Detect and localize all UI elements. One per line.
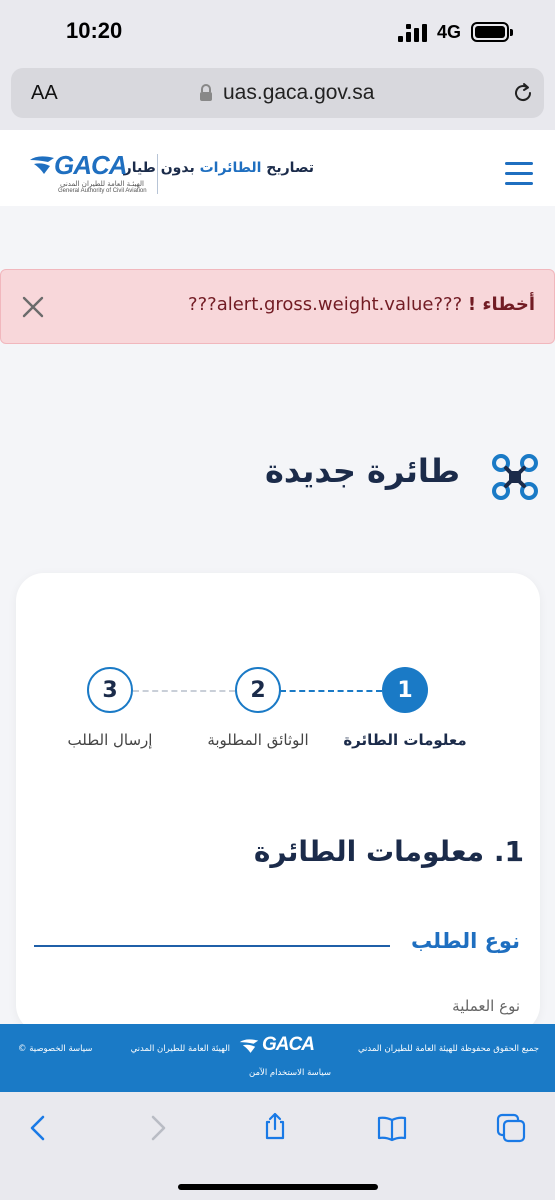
error-alert: أخطاء ! ???alert.gross.weight.value???: [0, 269, 555, 344]
footer-org-name: الهيئة العامة للطيران المدني: [130, 1044, 230, 1054]
url-domain[interactable]: uas.gaca.gov.sa: [223, 81, 374, 105]
alert-message: أخطاء ! ???alert.gross.weight.value???: [188, 294, 535, 315]
page-title: طائرة جديدة: [264, 452, 460, 490]
header-title: تصاريح الطائرات بدون طيار: [123, 160, 314, 176]
footer-logo-word: GACA: [262, 1034, 315, 1055]
step-3-indicator[interactable]: 3: [87, 667, 133, 713]
reload-icon[interactable]: [511, 81, 535, 105]
forward-icon[interactable]: [142, 1113, 172, 1143]
step-connector-2-3: [133, 690, 235, 692]
tabs-icon[interactable]: [496, 1113, 526, 1143]
logo-word: GACA: [54, 150, 128, 180]
site-header: تصاريح الطائرات بدون طيار GACA الهيئـة ا…: [0, 130, 555, 206]
gaca-emblem-icon: [30, 156, 54, 174]
menu-icon[interactable]: [505, 162, 533, 186]
home-indicator: [178, 1184, 378, 1190]
footer-gaca-logo: GACA: [238, 1034, 332, 1066]
footer-usage-policy-link[interactable]: سياسة الاستخدام الآمن: [230, 1068, 350, 1078]
cellular-signal-icon: [398, 24, 427, 42]
share-icon[interactable]: [260, 1111, 290, 1141]
footer-gaca-emblem-icon: [239, 1039, 259, 1053]
step-1-indicator[interactable]: 1: [382, 667, 428, 713]
close-icon[interactable]: [21, 295, 45, 319]
subsection-divider: [34, 945, 390, 947]
footer-copyright: جميع الحقوق محفوظة للهيئة العامة للطيران…: [357, 1044, 539, 1054]
subsection-title: نوع الطلب: [410, 929, 520, 953]
operation-type-label: نوع العملية: [452, 997, 520, 1015]
form-card: 1 معلومات الطائرة 2 الوثائق المطلوبة 3 إ…: [16, 573, 540, 1033]
step-2-indicator[interactable]: 2: [235, 667, 281, 713]
battery-icon: [471, 22, 513, 42]
step-1-label: معلومات الطائرة: [343, 731, 467, 749]
status-bar: 10:20 4G: [0, 0, 555, 64]
status-time: 10:20: [66, 18, 123, 43]
address-bar[interactable]: AA uas.gaca.gov.sa: [11, 68, 544, 118]
lock-icon: [200, 84, 212, 101]
step-2-label: الوثائق المطلوبة: [207, 731, 309, 749]
footer-privacy-link[interactable]: سياسة الخصوصية ©: [18, 1044, 118, 1054]
gaca-logo[interactable]: GACA الهيئـة العامة للطيران المدني Gener…: [28, 150, 148, 198]
logo-arabic: الهيئـة العامة للطيران المدني: [60, 180, 144, 188]
back-icon[interactable]: [24, 1113, 54, 1143]
logo-english: General Authority of Civil Aviation: [58, 188, 147, 194]
section-title: 1. معلومات الطائرة: [253, 835, 524, 868]
header-divider: [157, 154, 158, 194]
step-connector-1-2: [280, 690, 382, 692]
alert-label: أخطاء !: [467, 294, 535, 315]
network-type: 4G: [437, 22, 462, 42]
site-footer: جميع الحقوق محفوظة للهيئة العامة للطيران…: [0, 1024, 555, 1092]
bookmarks-icon[interactable]: [377, 1113, 407, 1143]
drone-icon: [492, 454, 538, 500]
alert-detail: ???alert.gross.weight.value???: [188, 294, 463, 315]
text-size-button[interactable]: AA: [31, 82, 58, 105]
step-3-label: إرسال الطلب: [67, 731, 153, 749]
browser-address-area: AA uas.gaca.gov.sa: [0, 64, 555, 130]
